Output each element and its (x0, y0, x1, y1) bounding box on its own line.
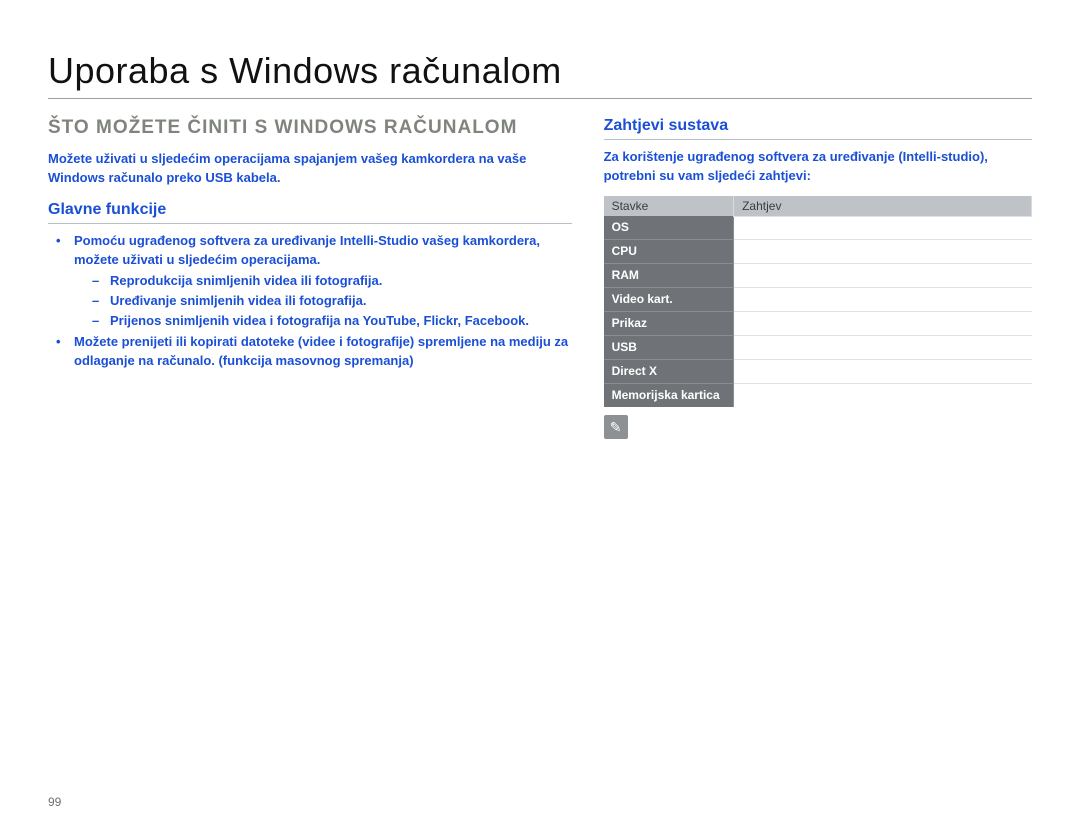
requirements-intro: Za korištenje ugrađenog softvera za uređ… (604, 148, 1032, 186)
page-number: 99 (48, 795, 61, 809)
req-val (734, 264, 1032, 288)
note-icon: ✎ (604, 415, 628, 439)
title-rule (48, 98, 1032, 99)
list-item: Prijenos snimljenih videa i fotografija … (92, 312, 572, 331)
req-key: OS (604, 216, 734, 240)
table-row: Memorijska kartica (604, 384, 1032, 408)
table-header: Zahtjev (734, 196, 1032, 217)
subsection-title: Glavne funkcije (48, 201, 572, 224)
table-row: RAM (604, 264, 1032, 288)
list-item: Možete prenijeti ili kopirati datoteke (… (56, 333, 572, 371)
req-key: Direct X (604, 360, 734, 384)
req-key: USB (604, 336, 734, 360)
req-key: Memorijska kartica (604, 384, 734, 408)
req-key: CPU (604, 240, 734, 264)
requirements-title: Zahtjevi sustava (604, 117, 1032, 140)
left-column: ŠTO MOŽETE ČINITI S WINDOWS RAČUNALOM Mo… (48, 117, 572, 439)
req-val (734, 288, 1032, 312)
list-item: Uređivanje snimljenih videa ili fotograf… (92, 292, 572, 311)
table-row: CPU (604, 240, 1032, 264)
table-row: Prikaz (604, 312, 1032, 336)
req-key: RAM (604, 264, 734, 288)
table-header: Stavke (604, 196, 734, 217)
req-key: Video kart. (604, 288, 734, 312)
page-title: Uporaba s Windows računalom (48, 50, 1032, 92)
requirements-table: Stavke Zahtjev OS CPU RAM Video kart. Pr… (604, 196, 1032, 408)
list-item: Reprodukcija snimljenih videa ili fotogr… (92, 272, 572, 291)
req-val (734, 216, 1032, 240)
req-val (734, 312, 1032, 336)
req-val (734, 240, 1032, 264)
sublist: Reprodukcija snimljenih videa ili fotogr… (74, 272, 572, 331)
req-val (734, 384, 1032, 408)
req-val (734, 360, 1032, 384)
list-item: Pomoću ugrađenog softvera za uređivanje … (56, 232, 572, 330)
table-row: Direct X (604, 360, 1032, 384)
table-row: USB (604, 336, 1032, 360)
right-column: Zahtjevi sustava Za korištenje ugrađenog… (604, 117, 1032, 439)
table-row: Video kart. (604, 288, 1032, 312)
list-text: Pomoću ugrađenog softvera za uređivanje … (74, 233, 540, 267)
section-heading: ŠTO MOŽETE ČINITI S WINDOWS RAČUNALOM (48, 117, 572, 140)
feature-list: Pomoću ugrađenog softvera za uređivanje … (48, 232, 572, 370)
intro-text: Možete uživati u sljedećim operacijama s… (48, 150, 572, 188)
table-row: OS (604, 216, 1032, 240)
req-key: Prikaz (604, 312, 734, 336)
req-val (734, 336, 1032, 360)
